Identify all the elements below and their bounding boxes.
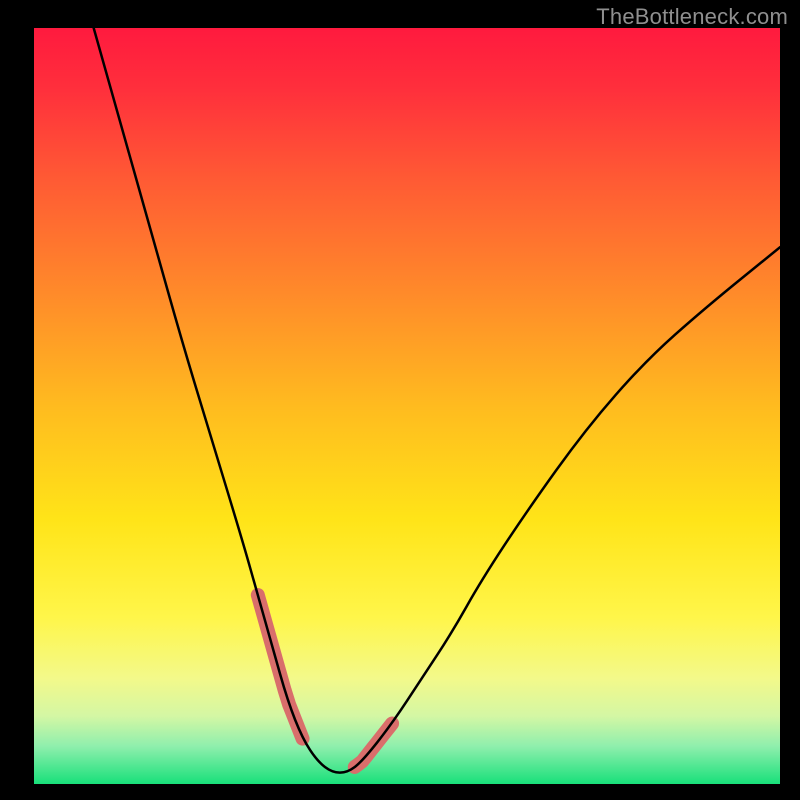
chart-svg	[34, 28, 780, 784]
gradient-background	[34, 28, 780, 784]
outer-frame: TheBottleneck.com	[0, 0, 800, 800]
watermark-label: TheBottleneck.com	[596, 4, 788, 30]
chart-area	[34, 28, 780, 784]
